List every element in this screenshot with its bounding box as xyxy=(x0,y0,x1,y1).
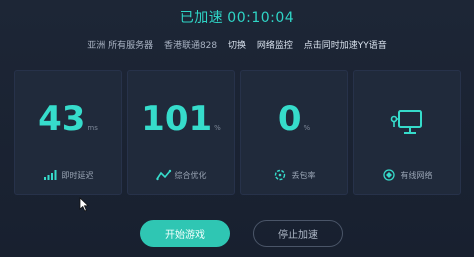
packet-loss-unit: % xyxy=(303,124,311,132)
optimization-unit: % xyxy=(214,124,221,132)
latency-unit: ms xyxy=(87,124,98,132)
stats-cards: 43 ms 即时延迟 101% 综合优化 0% 丢包率 有线网络 xyxy=(14,70,461,195)
switch-server-link[interactable]: 切换 xyxy=(228,41,246,51)
yy-voice-accelerate-link[interactable]: 点击同时加速YY语音 xyxy=(304,41,387,51)
optimization-label: 综合优化 xyxy=(174,170,207,180)
wave-icon xyxy=(155,169,171,181)
latency-value: 43 ms xyxy=(38,99,98,139)
region-text: 亚洲 所有服务器 xyxy=(87,41,154,51)
mouse-cursor-icon xyxy=(79,197,89,216)
status-label: 已加速 xyxy=(179,10,224,26)
network-monitor-link[interactable]: 网络监控 xyxy=(257,41,293,51)
wired-network-icon xyxy=(382,169,396,181)
server-name: 香港联通828 xyxy=(163,41,218,51)
server-info-bar: 亚洲 所有服务器 香港联通828 切换 网络监控 点击同时加速YY语音 xyxy=(0,38,474,51)
packet-loss-label: 丢包率 xyxy=(291,170,316,180)
network-type-card: 有线网络 xyxy=(353,70,461,195)
packet-loss-card: 0% 丢包率 xyxy=(240,70,348,195)
latency-label: 即时延迟 xyxy=(61,170,94,180)
elapsed-timer: 00:10:04 xyxy=(227,10,295,26)
signal-bars-icon xyxy=(43,169,57,181)
packet-loss-icon xyxy=(273,169,287,181)
optimization-card: 101% 综合优化 xyxy=(127,70,235,195)
stop-acceleration-button[interactable]: 停止加速 xyxy=(253,220,343,247)
network-type-label: 有线网络 xyxy=(400,170,433,180)
acceleration-status: 已加速 00:10:04 xyxy=(0,7,474,27)
latency-card: 43 ms 即时延迟 xyxy=(14,70,122,195)
optimization-value: 101% xyxy=(141,99,221,139)
packet-loss-value: 0% xyxy=(277,99,311,139)
start-game-button[interactable]: 开始游戏 xyxy=(140,220,230,247)
monitor-icon xyxy=(354,109,460,141)
